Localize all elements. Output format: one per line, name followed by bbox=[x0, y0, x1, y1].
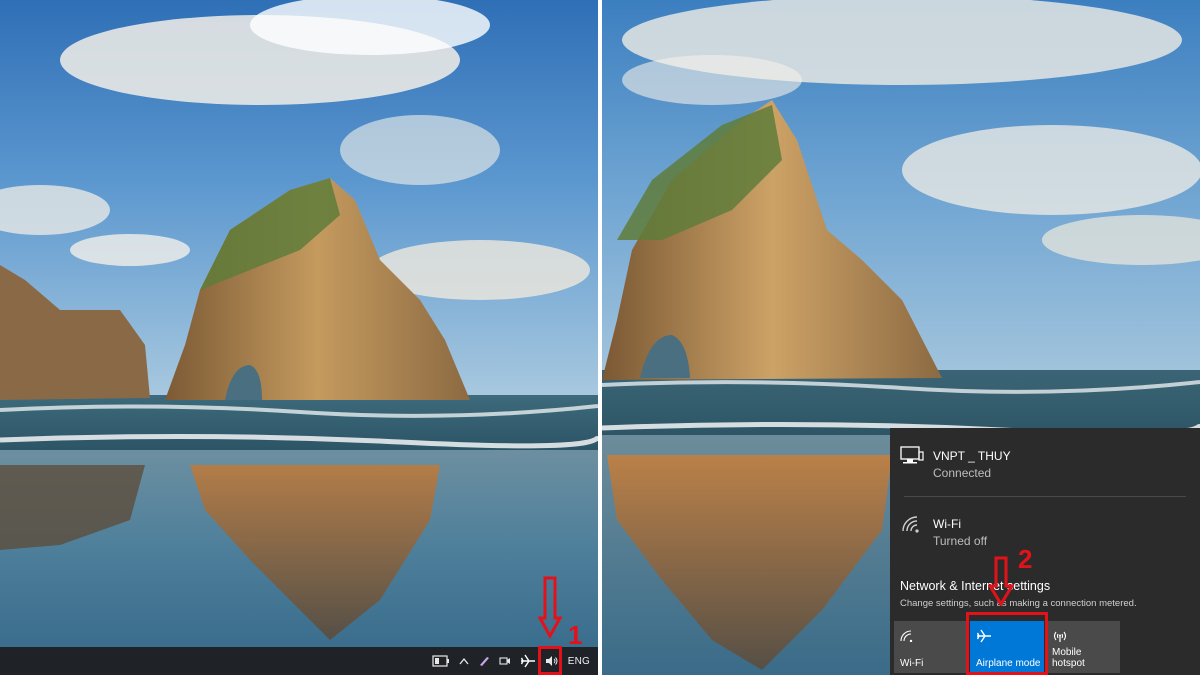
taskbar: ENG bbox=[0, 647, 598, 675]
wifi-icon bbox=[900, 514, 924, 539]
network-name: VNPT _ THUY bbox=[933, 449, 1011, 463]
language-indicator[interactable]: ENG bbox=[568, 651, 590, 671]
hotspot-icon bbox=[1052, 629, 1068, 648]
battery-icon[interactable] bbox=[432, 651, 450, 671]
annotation-arrow-1 bbox=[538, 576, 562, 640]
chevron-up-icon[interactable] bbox=[459, 651, 469, 671]
annotation-arrow-2 bbox=[988, 556, 1014, 606]
network-settings-link[interactable]: Network & Internet settings bbox=[900, 579, 1050, 593]
airplane-icon[interactable] bbox=[520, 651, 536, 671]
quick-action-wifi[interactable]: Wi-Fi bbox=[894, 621, 968, 673]
pen-icon[interactable] bbox=[478, 651, 490, 671]
right-desktop-screen: VNPT _ THUY Connected Wi-Fi Turned off N… bbox=[602, 0, 1200, 675]
wifi-icon bbox=[900, 629, 914, 647]
quick-action-label: Wi-Fi bbox=[900, 658, 924, 669]
desktop-wallpaper bbox=[0, 0, 598, 650]
annotation-step-number: 2 bbox=[1018, 544, 1033, 574]
network-status: Connected bbox=[933, 466, 992, 480]
quick-action-label: Mobile hotspot bbox=[1052, 647, 1085, 669]
network-item-ethernet[interactable]: VNPT _ THUY Connected bbox=[890, 432, 1200, 492]
network-name: Wi-Fi bbox=[933, 517, 961, 531]
annotation-box-1 bbox=[538, 646, 562, 675]
annotation-step-number: 1 bbox=[568, 620, 583, 650]
camera-icon[interactable] bbox=[499, 651, 511, 671]
network-item-wifi[interactable]: Wi-Fi Turned off bbox=[890, 500, 1200, 560]
quick-action-mobile-hotspot[interactable]: Mobile hotspot bbox=[1046, 621, 1120, 673]
annotation-box-2 bbox=[966, 612, 1048, 675]
ethernet-icon bbox=[900, 446, 924, 471]
network-settings-description: Change settings, such as making a connec… bbox=[900, 598, 1137, 609]
system-tray: ENG bbox=[432, 647, 590, 675]
divider bbox=[904, 496, 1186, 497]
network-status: Turned off bbox=[933, 534, 988, 548]
left-desktop-screen: ENG 1 bbox=[0, 0, 598, 675]
